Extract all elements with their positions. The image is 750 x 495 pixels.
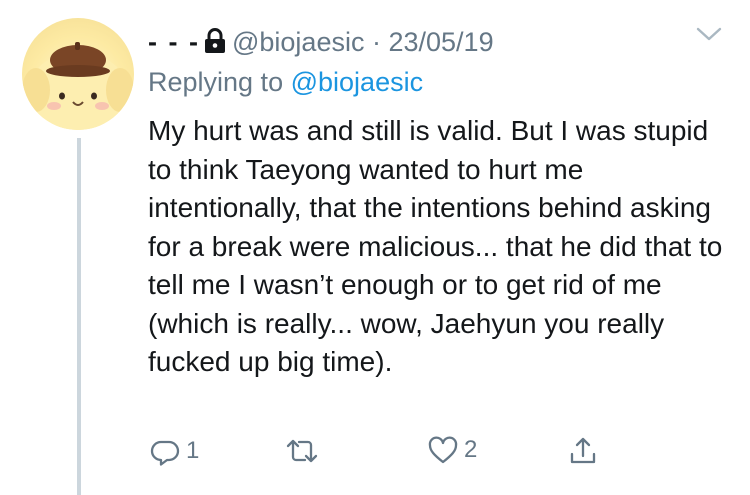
heart-icon [428,436,458,464]
reply-icon [150,436,180,466]
retweet-button[interactable] [284,436,326,466]
reply-count: 1 [186,437,200,464]
lock-icon [204,28,226,61]
thread-line [77,138,81,495]
display-name[interactable]: - - - [148,27,200,57]
handle[interactable]: @biojaesic [232,27,364,57]
tweet-text: My hurt was and still is valid. But I wa… [148,115,723,377]
share-icon [568,436,598,466]
retweet-icon [284,436,320,466]
action-bar: 1 2 [148,436,608,476]
separator-dot: · [371,27,381,57]
reply-button[interactable]: 1 [150,436,199,466]
chevron-down-icon[interactable] [696,26,722,47]
avatar[interactable] [22,18,134,130]
tweet-header: - - - @biojaesic · 23/05/19 [148,26,494,61]
replying-to: Replying to @biojaesic [148,66,423,98]
like-count: 2 [464,436,478,463]
like-button[interactable]: 2 [428,436,477,464]
replying-to-handle-link[interactable]: @biojaesic [291,67,423,97]
pompompurin-avatar-art [22,42,134,130]
replying-prefix: Replying to [148,67,284,97]
share-button[interactable] [568,436,598,466]
timestamp[interactable]: 23/05/19 [388,27,493,57]
